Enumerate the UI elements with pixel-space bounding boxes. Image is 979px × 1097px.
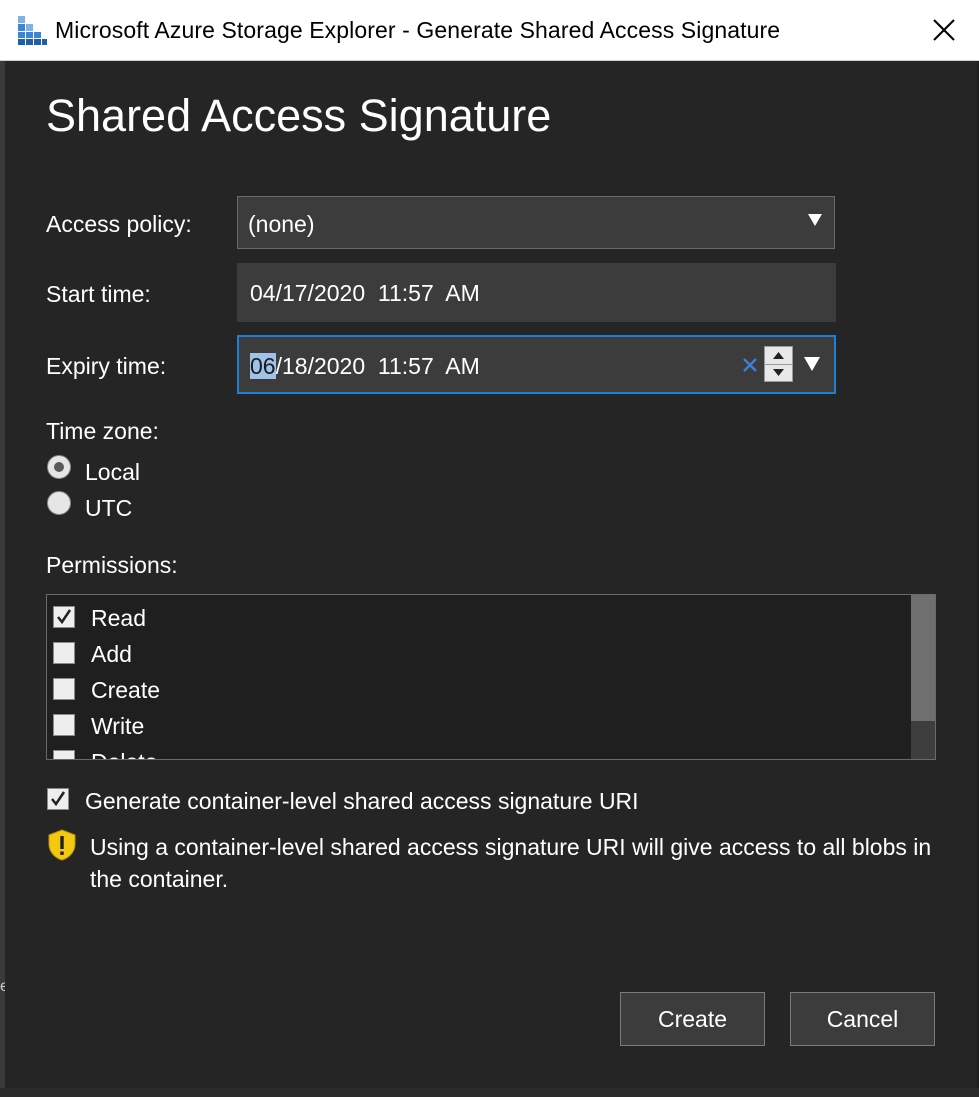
create-button[interactable]: Create — [620, 992, 765, 1046]
radio-local[interactable] — [47, 455, 71, 479]
warning-text: Using a container-level shared access si… — [90, 834, 932, 892]
permission-read[interactable]: Read — [47, 598, 907, 634]
cancel-button[interactable]: Cancel — [790, 992, 935, 1046]
permissions-scrollbar[interactable] — [911, 595, 935, 759]
permission-label: Create — [91, 677, 161, 703]
expiry-time-rest: /18/2020 11:57 AM — [275, 353, 480, 379]
radio-utc[interactable] — [47, 491, 71, 515]
permission-label: Write — [91, 713, 145, 739]
window-bottom-edge — [0, 1088, 979, 1097]
start-time-label: Start time: — [46, 281, 151, 307]
window-title: Microsoft Azure Storage Explorer - Gener… — [55, 17, 781, 43]
close-button[interactable] — [920, 8, 968, 52]
expiry-time-value: 06/18/2020 11:57 AM — [250, 353, 480, 380]
scrollbar-thumb[interactable] — [911, 595, 935, 721]
container-level-checkbox[interactable] — [47, 788, 69, 810]
chevron-down-icon — [773, 369, 784, 376]
spin-down-button[interactable] — [765, 364, 792, 381]
checkbox-write[interactable] — [53, 714, 75, 736]
permission-delete[interactable]: Delete — [47, 742, 907, 759]
start-time-value: 04/17/2020 11:57 AM — [250, 280, 480, 306]
spin-up-button[interactable] — [765, 347, 792, 365]
permission-label: Read — [91, 605, 146, 631]
access-policy-value: (none) — [248, 211, 315, 237]
chevron-up-icon — [773, 352, 784, 359]
expiry-month-segment[interactable]: 06 — [250, 353, 276, 379]
radio-local-label: Local — [85, 459, 140, 485]
permission-label: Delete — [91, 749, 157, 759]
calendar-dropdown-icon[interactable] — [804, 357, 820, 371]
storage-explorer-icon — [18, 16, 47, 45]
radio-selected-dot — [54, 462, 64, 472]
expiry-time-label: Expiry time: — [46, 353, 167, 379]
expiry-time-field[interactable]: 06/18/2020 11:57 AM — [237, 335, 836, 394]
time-zone-label: Time zone: — [46, 418, 159, 444]
start-time-field[interactable]: 04/17/2020 11:57 AM — [237, 263, 836, 322]
dialog-heading: Shared Access Signature — [46, 90, 552, 141]
permission-create[interactable]: Create — [47, 670, 907, 706]
checkbox-add[interactable] — [53, 642, 75, 664]
title-bar: Microsoft Azure Storage Explorer - Gener… — [0, 0, 979, 61]
checkbox-read[interactable] — [53, 606, 75, 628]
checkmark-icon — [51, 791, 66, 807]
radio-utc-label: UTC — [85, 495, 133, 521]
container-level-label: Generate container-level shared access s… — [85, 788, 639, 814]
checkbox-create[interactable] — [53, 678, 75, 700]
time-spinner[interactable] — [764, 346, 793, 382]
checkmark-icon — [57, 609, 72, 625]
warning-shield-icon — [48, 829, 76, 861]
permissions-list: Read Add Create Write Delete — [46, 594, 936, 760]
permission-write[interactable]: Write — [47, 706, 907, 742]
access-policy-select[interactable]: (none) — [237, 196, 835, 249]
access-policy-label: Access policy: — [46, 211, 192, 237]
chevron-down-icon — [808, 214, 822, 226]
permissions-label: Permissions: — [46, 552, 178, 578]
permission-label: Add — [91, 641, 132, 667]
close-icon — [933, 19, 955, 41]
checkbox-delete[interactable] — [53, 750, 75, 759]
permission-add[interactable]: Add — [47, 634, 907, 670]
clear-icon[interactable] — [742, 357, 758, 373]
